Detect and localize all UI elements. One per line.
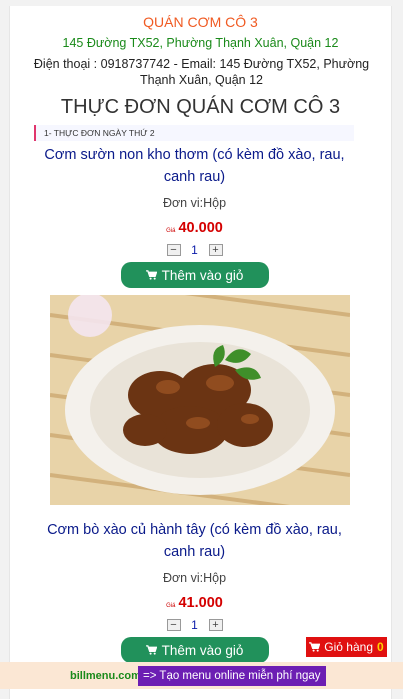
add-to-cart-button[interactable]: Thêm vào giỏ	[120, 637, 269, 663]
product-price: 41.000	[178, 595, 223, 611]
price-label: Giá	[166, 603, 176, 609]
footer-bar: billmenu.com => Tạo menu online miễn phí…	[0, 662, 403, 689]
create-menu-link[interactable]: => Tạo menu online miễn phí ngay	[138, 666, 326, 686]
add-to-cart-label: Thêm vào giỏ	[161, 642, 244, 658]
price-row: Giá 41.000	[42, 595, 347, 611]
quantity-value[interactable]: 1	[185, 243, 205, 257]
product-card: Cơm bò xào củ hành tây (có kèm đồ xào, r…	[42, 519, 347, 663]
footer-brand-link[interactable]: billmenu.com	[70, 670, 141, 682]
section-label: 1- THỰC ĐƠN NGÀY THỨ 2	[34, 125, 354, 141]
add-to-cart-button[interactable]: Thêm vào giỏ	[120, 262, 269, 288]
cart-button[interactable]: Giỏ hàng 0	[306, 637, 387, 657]
menu-title: THỰC ĐƠN QUÁN CƠM CÔ 3	[60, 96, 341, 118]
price-label: Giá	[166, 228, 176, 234]
shop-name: QUÁN CƠM CÔ 3	[143, 14, 258, 30]
product-name[interactable]: Cơm sườn non kho thơm (có kèm đồ xào, ra…	[42, 144, 347, 188]
cart-count: 0	[377, 640, 384, 654]
product-name[interactable]: Cơm bò xào củ hành tây (có kèm đồ xào, r…	[42, 519, 347, 563]
product-card: Cơm sườn non kho thơm (có kèm đồ xào, ra…	[42, 144, 347, 288]
quantity-stepper: − 1 +	[42, 243, 347, 257]
decrease-quantity-button[interactable]: −	[166, 619, 181, 631]
cart-label: Giỏ hàng	[324, 640, 373, 654]
product-price: 40.000	[178, 220, 223, 236]
increase-quantity-button[interactable]: +	[208, 619, 223, 631]
food-image	[50, 295, 350, 505]
price-row: Giá 40.000	[42, 220, 347, 236]
cart-icon	[309, 642, 321, 652]
quantity-stepper: − 1 +	[42, 618, 347, 632]
quantity-value[interactable]: 1	[185, 618, 205, 632]
cart-icon	[145, 270, 157, 280]
increase-quantity-button[interactable]: +	[208, 244, 223, 256]
product-photo[interactable]	[50, 295, 350, 505]
contact-info: Điện thoại : 0918737742 - Email: 145 Đườ…	[33, 57, 370, 87]
product-unit: Đơn vi:Hộp	[162, 571, 227, 585]
shop-address: 145 Đường TX52, Phường Thạnh Xuân, Quận …	[62, 36, 339, 50]
decrease-quantity-button[interactable]: −	[166, 244, 181, 256]
product-unit: Đơn vi:Hộp	[162, 196, 227, 210]
cart-icon	[145, 645, 157, 655]
add-to-cart-label: Thêm vào giỏ	[161, 267, 244, 283]
